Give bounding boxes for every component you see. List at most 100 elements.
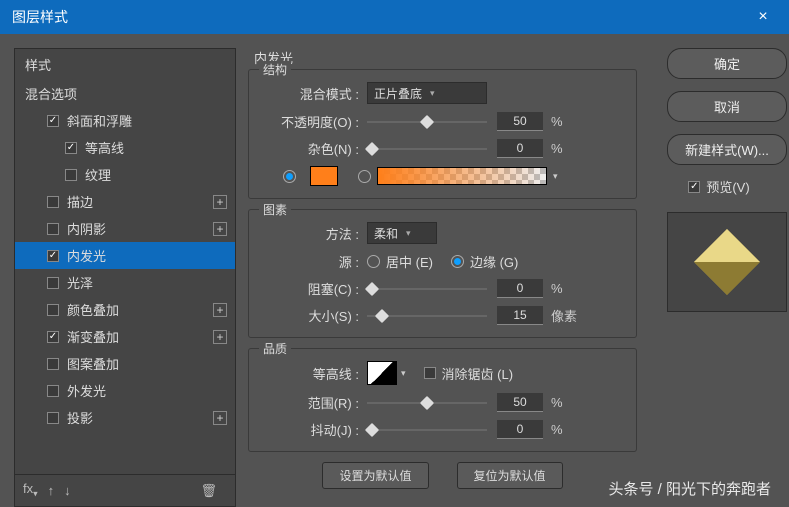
- new-style-button[interactable]: 新建样式(W)...: [667, 134, 787, 165]
- jitter-field[interactable]: [497, 420, 543, 439]
- opacity-field[interactable]: [497, 112, 543, 131]
- fieldset-structure: 结构 混合模式 : 正片叠底 ▾ 不透明度(O) : % 杂色(N) : %: [248, 69, 637, 199]
- chevron-down-icon: ▾: [406, 228, 411, 239]
- effect-checkbox[interactable]: [65, 142, 77, 154]
- sidebar-item-7[interactable]: 颜色叠加 +: [15, 296, 235, 323]
- close-icon[interactable]: ×: [749, 3, 777, 31]
- blend-mode-select[interactable]: 正片叠底 ▾: [367, 82, 487, 104]
- chevron-down-icon[interactable]: ▾: [553, 171, 558, 182]
- color-swatch[interactable]: [310, 166, 338, 186]
- sidebar-item-label: 斜面和浮雕: [67, 111, 132, 130]
- sidebar-item-5[interactable]: 内发光: [15, 242, 235, 269]
- antialias-label: 消除锯齿 (L): [442, 364, 514, 383]
- fieldset-elements: 图素 方法 : 柔和 ▾ 源 : 居中 (E) 边缘 (G) 阻塞(C) : %: [248, 209, 637, 338]
- sidebar-item-9[interactable]: 图案叠加: [15, 350, 235, 377]
- legend-elements: 图素: [259, 201, 291, 218]
- effect-checkbox[interactable]: [47, 331, 59, 343]
- source-edge-radio[interactable]: [451, 255, 464, 268]
- jitter-slider[interactable]: [367, 423, 487, 437]
- sidebar-item-label: 光泽: [67, 273, 93, 292]
- range-field[interactable]: [497, 393, 543, 412]
- sidebar-item-6[interactable]: 光泽: [15, 269, 235, 296]
- antialias-checkbox[interactable]: [424, 367, 436, 379]
- noise-unit: %: [551, 141, 563, 156]
- sidebar-item-3[interactable]: 描边 +: [15, 188, 235, 215]
- sidebar-item-label: 描边: [67, 192, 93, 211]
- dialog-title: 图层样式: [12, 7, 749, 27]
- technique-label: 方法 :: [259, 224, 359, 243]
- effect-checkbox[interactable]: [47, 358, 59, 370]
- legend-quality: 品质: [259, 340, 291, 357]
- range-label: 范围(R) :: [259, 393, 359, 412]
- chevron-down-icon[interactable]: ▾: [401, 368, 406, 379]
- sidebar-item-10[interactable]: 外发光: [15, 377, 235, 404]
- contour-picker[interactable]: [367, 361, 397, 385]
- add-effect-icon[interactable]: +: [213, 330, 227, 344]
- arrow-up-icon[interactable]: ↑: [48, 483, 55, 498]
- gradient-preview[interactable]: [377, 167, 547, 185]
- sidebar-item-2[interactable]: 纹理: [15, 161, 235, 188]
- panel-title: 内发光: [254, 48, 637, 67]
- sidebar-item-label: 颜色叠加: [67, 300, 119, 319]
- main-panel: 内发光 结构 混合模式 : 正片叠底 ▾ 不透明度(O) : % 杂色(N) :: [236, 48, 649, 507]
- choke-slider[interactable]: [367, 282, 487, 296]
- watermark-text: 头条号 / 阳光下的奔跑者: [608, 478, 771, 499]
- sidebar-blend-options[interactable]: 混合选项: [15, 80, 235, 107]
- sidebar-item-label: 等高线: [85, 138, 124, 157]
- sidebar-item-label: 内发光: [67, 246, 106, 265]
- technique-value: 柔和: [374, 225, 398, 242]
- fx-icon[interactable]: fx▾: [23, 481, 38, 500]
- reset-default-button[interactable]: 复位为默认值: [457, 462, 563, 489]
- effect-checkbox[interactable]: [47, 385, 59, 397]
- choke-unit: %: [551, 281, 563, 296]
- effect-checkbox[interactable]: [47, 250, 59, 262]
- trash-icon[interactable]: 🗑: [200, 483, 217, 499]
- effect-checkbox[interactable]: [47, 304, 59, 316]
- jitter-label: 抖动(J) :: [259, 420, 359, 439]
- ok-button[interactable]: 确定: [667, 48, 787, 79]
- size-label: 大小(S) :: [259, 306, 359, 325]
- effect-checkbox[interactable]: [47, 223, 59, 235]
- effect-checkbox[interactable]: [47, 277, 59, 289]
- effect-checkbox[interactable]: [47, 412, 59, 424]
- size-field[interactable]: [497, 306, 543, 325]
- range-slider[interactable]: [367, 396, 487, 410]
- sidebar-item-label: 投影: [67, 408, 93, 427]
- blend-mode-label: 混合模式 :: [259, 84, 359, 103]
- technique-select[interactable]: 柔和 ▾: [367, 222, 437, 244]
- make-default-button[interactable]: 设置为默认值: [322, 462, 428, 489]
- sidebar-item-label: 图案叠加: [67, 354, 119, 373]
- effect-checkbox[interactable]: [47, 115, 59, 127]
- choke-field[interactable]: [497, 279, 543, 298]
- add-effect-icon[interactable]: +: [213, 222, 227, 236]
- color-radio[interactable]: [283, 170, 296, 183]
- preview-checkbox[interactable]: [688, 181, 700, 193]
- add-effect-icon[interactable]: +: [213, 195, 227, 209]
- preview-thumbnail: [667, 212, 787, 312]
- range-unit: %: [551, 395, 563, 410]
- cancel-button[interactable]: 取消: [667, 91, 787, 122]
- add-effect-icon[interactable]: +: [213, 303, 227, 317]
- size-slider[interactable]: [367, 309, 487, 323]
- sidebar-item-0[interactable]: 斜面和浮雕: [15, 107, 235, 134]
- sidebar-styles-header[interactable]: 样式: [15, 49, 235, 80]
- arrow-down-icon[interactable]: ↓: [64, 483, 71, 498]
- opacity-slider[interactable]: [367, 115, 487, 129]
- noise-field[interactable]: [497, 139, 543, 158]
- effect-checkbox[interactable]: [65, 169, 77, 181]
- sidebar-item-label: 渐变叠加: [67, 327, 119, 346]
- sidebar-item-11[interactable]: 投影 +: [15, 404, 235, 431]
- source-center-radio[interactable]: [367, 255, 380, 268]
- styles-sidebar: 样式 混合选项 斜面和浮雕等高线纹理描边+内阴影+内发光光泽颜色叠加+渐变叠加+…: [14, 48, 236, 507]
- sidebar-item-8[interactable]: 渐变叠加 +: [15, 323, 235, 350]
- add-effect-icon[interactable]: +: [213, 411, 227, 425]
- sidebar-item-1[interactable]: 等高线: [15, 134, 235, 161]
- sidebar-item-label: 外发光: [67, 381, 106, 400]
- choke-label: 阻塞(C) :: [259, 279, 359, 298]
- size-unit: 像素: [551, 306, 577, 325]
- noise-slider[interactable]: [367, 142, 487, 156]
- gradient-radio[interactable]: [358, 170, 371, 183]
- effect-checkbox[interactable]: [47, 196, 59, 208]
- blend-mode-value: 正片叠底: [374, 85, 422, 102]
- sidebar-item-4[interactable]: 内阴影+: [15, 215, 235, 242]
